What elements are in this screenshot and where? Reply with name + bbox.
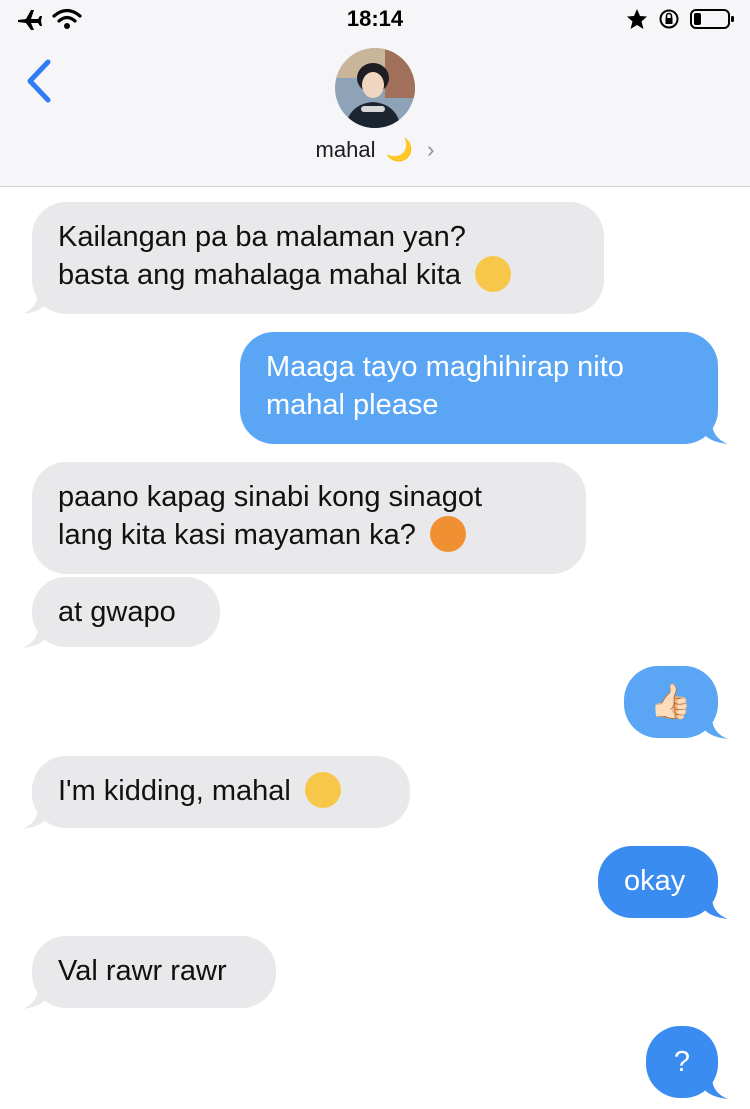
message-line: Maaga tayo maghihirap nito bbox=[266, 351, 624, 383]
thumbs-up-emoji: 👍🏻 bbox=[649, 683, 693, 721]
outgoing-message[interactable]: Maaga tayo maghihirap nito mahal please bbox=[240, 332, 718, 444]
message-line: Kailangan pa ba malaman yan? bbox=[58, 221, 466, 253]
bubble-tail bbox=[22, 292, 46, 314]
contact-name-row[interactable]: mahal 🌙 › bbox=[0, 136, 750, 163]
message-line: ? bbox=[673, 1046, 691, 1078]
bubble-tail bbox=[22, 626, 46, 648]
message-line: Val rawr rawr bbox=[58, 955, 227, 987]
status-right bbox=[626, 8, 736, 30]
incoming-message[interactable]: Kailangan pa ba malaman yan? basta ang m… bbox=[32, 202, 604, 314]
back-chevron-icon[interactable] bbox=[22, 56, 62, 106]
smiling-face-emoji: ☺️ bbox=[475, 256, 512, 293]
outgoing-message[interactable]: okay bbox=[598, 846, 718, 918]
message-line: paano kapag sinabi kong sinagot bbox=[58, 481, 483, 513]
message-line: mahal please bbox=[266, 389, 439, 421]
message-line: lang kita kasi mayaman ka? bbox=[58, 519, 416, 551]
status-bar: 18:14 bbox=[0, 0, 750, 40]
smiling-face-emoji: ☺️ bbox=[304, 772, 341, 809]
moon-emoji: 🌙 bbox=[385, 137, 413, 163]
bubble-tail bbox=[704, 717, 728, 739]
bubble-tail bbox=[22, 807, 46, 829]
incoming-message[interactable]: at gwapo bbox=[32, 577, 220, 647]
rotation-lock-icon bbox=[659, 9, 679, 29]
bubble-tail bbox=[704, 422, 728, 444]
message-line: basta ang mahalaga mahal kita bbox=[58, 259, 462, 291]
incoming-message[interactable]: Val rawr rawr bbox=[32, 936, 276, 1008]
message-line: okay bbox=[624, 865, 686, 897]
chevron-right-icon: › bbox=[427, 137, 435, 163]
message-line: I'm kidding, mahal bbox=[58, 775, 291, 807]
star-icon bbox=[627, 9, 647, 29]
incoming-message[interactable]: I'm kidding, mahal ☺️ bbox=[32, 756, 410, 828]
bubble-tail bbox=[22, 987, 46, 1009]
battery-icon bbox=[690, 9, 734, 29]
contact-avatar[interactable] bbox=[335, 48, 415, 128]
contact-name: mahal bbox=[315, 137, 376, 163]
conversation-header: 18:14 mahal 🌙 › bbox=[0, 0, 750, 187]
angry-face-emoji: 😠 bbox=[429, 516, 466, 553]
bubble-tail bbox=[704, 897, 728, 919]
message-line: at gwapo bbox=[58, 596, 176, 628]
incoming-message[interactable]: paano kapag sinabi kong sinagot lang kit… bbox=[32, 462, 586, 574]
bubble-tail bbox=[704, 1077, 728, 1099]
